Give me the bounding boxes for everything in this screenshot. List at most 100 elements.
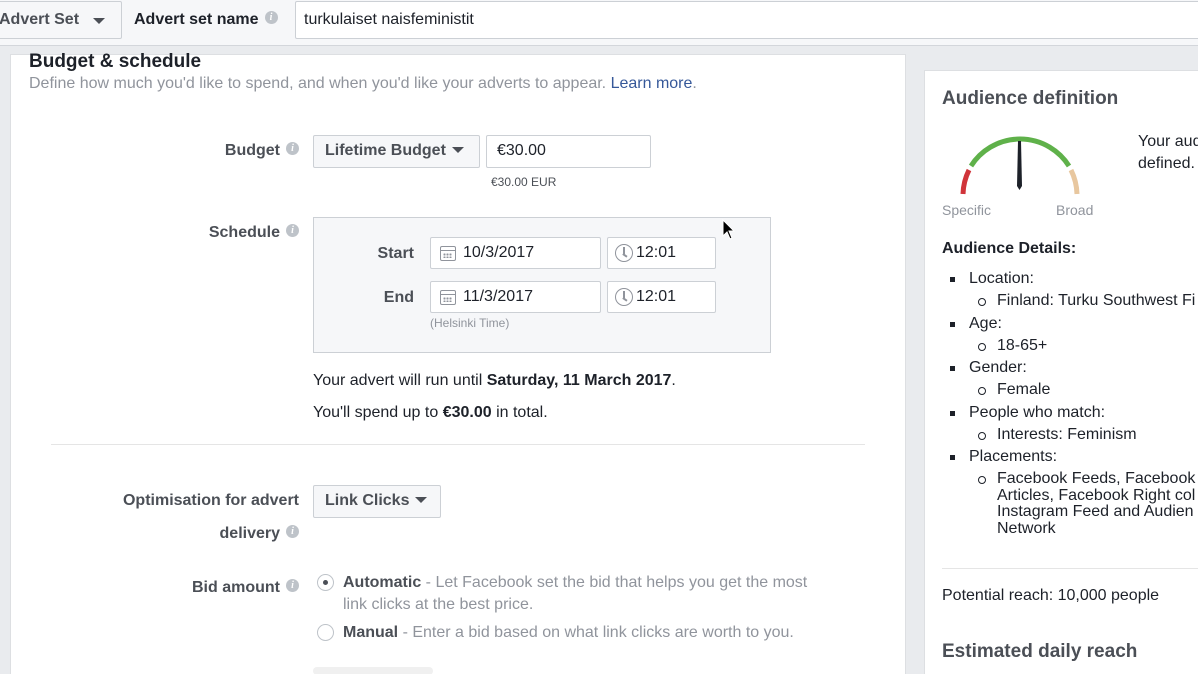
bid-automatic-desc-line2: link clicks at the best price. — [343, 596, 534, 613]
bid-manual-desc: - Enter a bid based on what link clicks … — [398, 624, 794, 641]
gauge-red-segment — [960, 168, 972, 195]
section-description-text: Define how much you'd like to spend, and… — [29, 75, 607, 92]
audience-gauge — [960, 136, 1080, 195]
run-until-prefix: Your advert will run until — [313, 372, 487, 389]
end-time-value: 12:01 — [636, 288, 677, 305]
run-until-suffix: . — [671, 372, 676, 389]
end-label: End — [383, 289, 414, 306]
budget-type-label: Lifetime Budget — [325, 142, 446, 159]
end-date-value: 11/3/2017 — [463, 288, 533, 305]
top-bar: Advert Set Advert set name i turkulaiset … — [0, 0, 1198, 46]
audience-summary-line1: Your aud — [1138, 133, 1198, 150]
estimated-daily-reach-title: Estimated daily reach — [942, 641, 1138, 662]
audience-definition-panel: Audience definition Specific Broad Your … — [924, 70, 1198, 674]
chevron-down-icon — [415, 496, 428, 503]
gauge-tan-segment — [1068, 168, 1080, 195]
end-date-input[interactable]: 11/3/2017 — [430, 281, 601, 313]
info-icon[interactable]: i — [286, 224, 299, 238]
advert-set-name-label: Advert set name i — [134, 11, 278, 29]
info-icon[interactable]: i — [264, 11, 278, 25]
clock-icon — [615, 288, 633, 306]
info-icon[interactable]: i — [286, 525, 299, 539]
level-selector-label: Advert Set — [0, 11, 80, 28]
detail-age-value: 18-65+ — [942, 335, 1198, 358]
calendar-icon — [440, 290, 456, 305]
detail-location-value: Finland: Turku Southwest Fi — [942, 290, 1198, 313]
spend-text: You'll spend up to €30.00 in total. — [313, 404, 548, 422]
optimisation-value: Link Clicks — [325, 492, 410, 509]
potential-reach: Potential reach: 10,000 people — [942, 587, 1160, 604]
audience-summary: Your aud defined. — [1138, 131, 1198, 175]
budget-amount-input[interactable]: €30.00 — [486, 135, 651, 168]
placements-line3: Instagram Feed and Audien — [997, 503, 1194, 520]
period: . — [692, 75, 697, 92]
section-description: Define how much you'd like to spend, and… — [29, 75, 697, 93]
advert-set-name-label-text: Advert set name — [134, 11, 259, 28]
schedule-label-text: Schedule — [208, 224, 280, 241]
bid-automatic-option[interactable]: Automatic - Let Facebook set the bid tha… — [343, 572, 873, 616]
audience-details-list: Location: Finland: Turku Southwest Fi Ag… — [942, 268, 1198, 537]
audience-details-title: Audience Details: — [942, 240, 1077, 257]
bid-manual-name: Manual — [343, 624, 399, 641]
start-time-value: 12:01 — [636, 244, 677, 261]
section-title: Budget & schedule — [29, 51, 202, 72]
calendar-icon — [440, 246, 456, 261]
start-time-input[interactable]: 12:01 — [607, 237, 716, 269]
budget-type-dropdown[interactable]: Lifetime Budget — [313, 135, 480, 168]
schedule-label: Schedule i — [139, 224, 299, 242]
optimisation-dropdown[interactable]: Link Clicks — [313, 485, 441, 518]
advert-set-name-input[interactable]: turkulaiset naisfeministit — [295, 1, 1198, 39]
optimisation-label-line2: delivery i — [71, 525, 299, 543]
gauge-needle — [1017, 141, 1022, 190]
placements-line2: Articles, Facebook Right col — [997, 486, 1196, 504]
detail-placements-value: Facebook Feeds, Facebook Articles, Faceb… — [942, 468, 1198, 537]
schedule-box: Start 10/3/2017 12:01 End 11/3/2017 12:0… — [313, 217, 771, 353]
bid-automatic-desc: - Let Facebook set the bid that helps yo… — [421, 574, 808, 591]
run-until-date: Saturday, 11 March 2017 — [486, 372, 672, 389]
bid-automatic-name: Automatic — [343, 574, 422, 591]
audience-definition-title: Audience definition — [942, 88, 1119, 109]
bid-automatic-radio[interactable] — [317, 574, 334, 591]
placements-line1: Facebook Feeds, Facebook — [997, 470, 1196, 487]
bid-manual-option[interactable]: Manual - Enter a bid based on what link … — [343, 622, 873, 644]
start-date-input[interactable]: 10/3/2017 — [430, 237, 601, 269]
spend-suffix: in total. — [491, 404, 548, 421]
bid-amount-label: Bid amount i — [111, 579, 299, 597]
budget-label: Budget i — [139, 142, 299, 160]
mouse-cursor-icon — [722, 219, 736, 240]
detail-people-who-match: People who match: — [942, 402, 1198, 424]
learn-more-link[interactable]: Learn more — [611, 75, 693, 92]
detail-gender-value: Female — [942, 379, 1198, 402]
gauge-broad-label: Broad — [1056, 202, 1094, 218]
bid-amount-label-text: Bid amount — [192, 579, 280, 596]
budget-currency-note: €30.00 EUR — [491, 175, 557, 189]
optimisation-label-line2-text: delivery — [219, 525, 280, 542]
info-icon[interactable]: i — [286, 579, 299, 593]
detail-gender: Gender: — [942, 357, 1198, 379]
audience-summary-line2: defined. — [1138, 155, 1195, 172]
placements-line4: Network — [997, 519, 1056, 537]
gauge-specific-label: Specific — [942, 202, 992, 218]
budget-label-text: Budget — [224, 142, 280, 159]
section-divider — [51, 444, 865, 445]
detail-interests-value: Interests: Feminism — [942, 424, 1198, 447]
clock-icon — [615, 244, 633, 262]
chevron-down-icon — [93, 18, 105, 24]
start-date-value: 10/3/2017 — [463, 244, 535, 261]
start-label: Start — [377, 245, 414, 262]
faded-content — [313, 667, 433, 674]
side-divider — [942, 568, 1198, 569]
detail-placements: Placements: — [942, 446, 1198, 468]
info-icon[interactable]: i — [286, 142, 299, 156]
end-time-input[interactable]: 12:01 — [607, 281, 716, 313]
level-selector-dropdown[interactable]: Advert Set — [0, 1, 122, 39]
budget-schedule-panel: Budget & schedule Define how much you'd … — [10, 51, 906, 674]
chevron-down-icon — [451, 146, 464, 153]
bid-manual-radio[interactable] — [317, 624, 334, 641]
run-until-text: Your advert will run until Saturday, 11 … — [313, 372, 676, 390]
spend-amount: €30.00 — [442, 404, 492, 421]
timezone-note: (Helsinki Time) — [430, 316, 510, 330]
optimisation-label: Optimisation for advert — [122, 492, 299, 509]
detail-age: Age: — [942, 313, 1198, 335]
detail-location: Location: — [942, 268, 1198, 290]
